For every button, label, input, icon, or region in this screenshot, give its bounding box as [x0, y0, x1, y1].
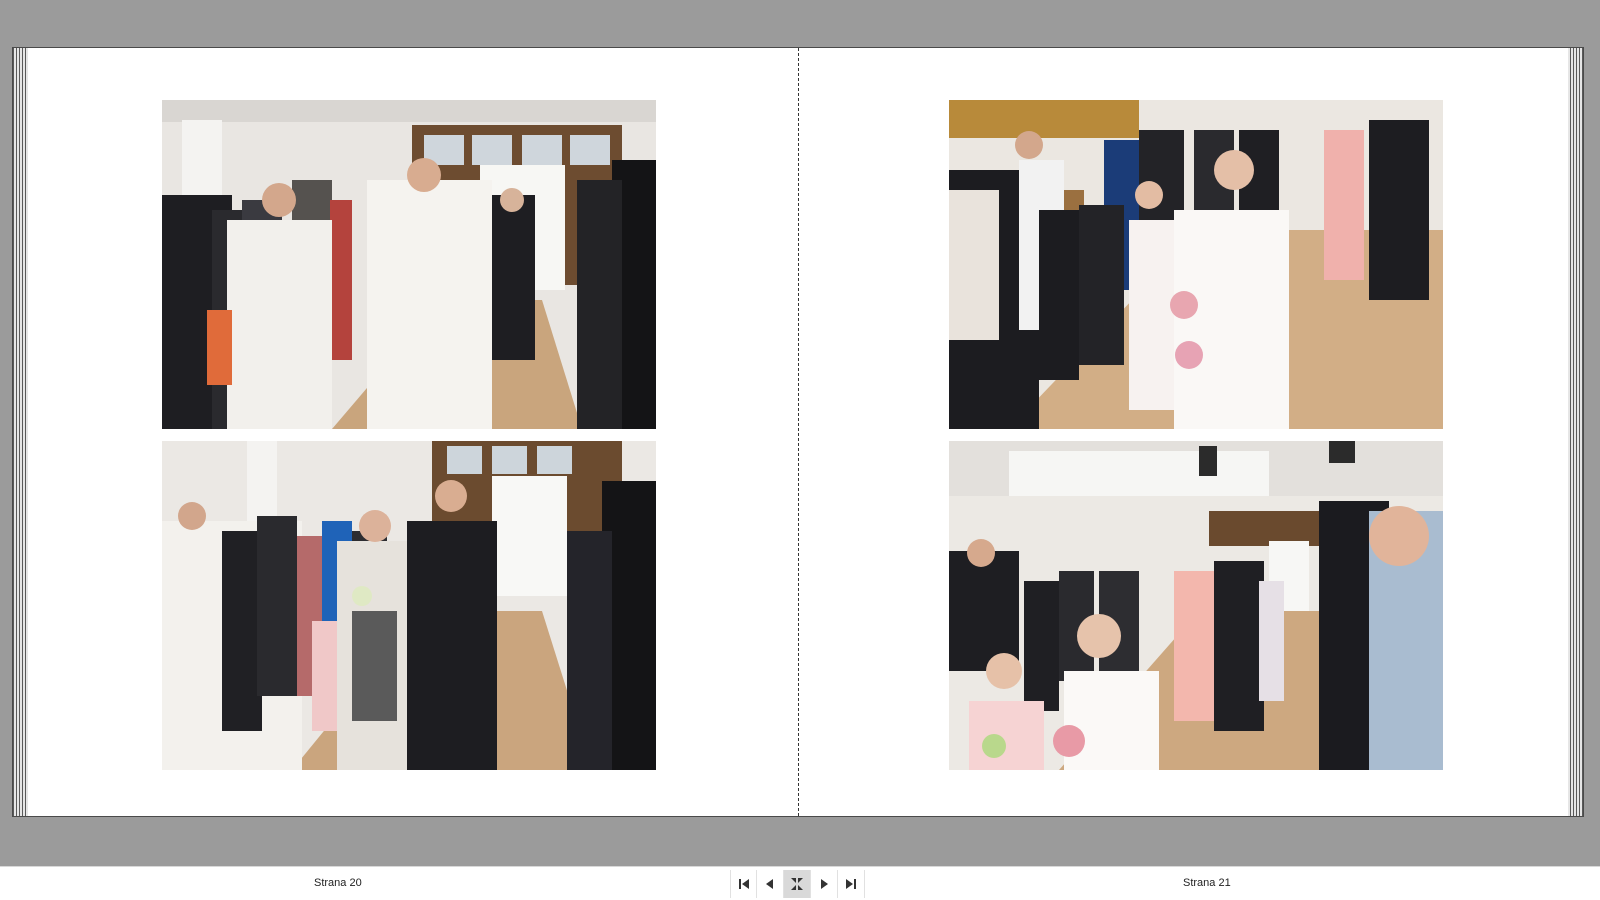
first-page-button[interactable]	[730, 870, 757, 898]
spread-left-edge	[13, 48, 28, 816]
fit-view-icon	[791, 878, 803, 890]
photo-priests-procession[interactable]	[162, 100, 656, 429]
album-spread	[12, 47, 1584, 817]
photo-flower-girls[interactable]	[949, 100, 1443, 429]
page-navigation	[730, 870, 865, 898]
page-label-left: Strana 20	[314, 877, 362, 889]
fit-view-button[interactable]	[784, 870, 811, 898]
first-page-icon	[738, 879, 749, 889]
page-left	[28, 48, 798, 816]
spread-right-edge	[1568, 48, 1583, 816]
next-page-icon	[821, 879, 828, 889]
last-page-icon	[846, 879, 856, 889]
page-right	[799, 48, 1569, 816]
photo-procession-church[interactable]	[949, 441, 1443, 770]
page-label-right: Strana 21	[1183, 877, 1231, 889]
photo-groom-and-mother[interactable]	[162, 441, 656, 770]
previous-page-icon	[766, 879, 773, 889]
status-bar: Strana 20 Strana 21	[0, 866, 1600, 900]
next-page-button[interactable]	[811, 870, 838, 898]
last-page-button[interactable]	[838, 870, 865, 898]
previous-page-button[interactable]	[757, 870, 784, 898]
album-viewer	[0, 0, 1600, 866]
